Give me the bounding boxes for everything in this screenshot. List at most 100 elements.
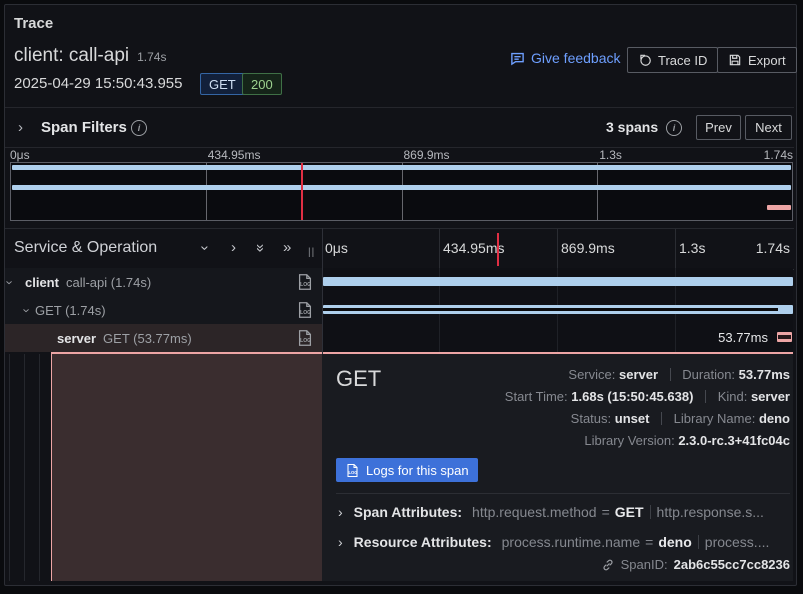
equals-sign: =	[645, 534, 653, 550]
span-row-client-label[interactable]: › client call-api (1.74s) LOG	[5, 268, 322, 297]
chevron-right-icon[interactable]: ›	[231, 238, 236, 258]
attribute-key: process.runtime.name	[502, 534, 641, 550]
tick-divider	[675, 229, 676, 268]
trace-duration: 1.74s	[137, 50, 166, 64]
field-value: unset	[615, 411, 650, 426]
span-bar-client[interactable]	[323, 277, 793, 286]
tick-label: 1.74s	[764, 148, 793, 162]
trace-id-button[interactable]: Trace ID	[627, 47, 718, 73]
timeline-cursor-line	[497, 233, 499, 266]
span-detail-title: GET	[336, 366, 381, 392]
span-filters-bar: › Span Filters i 3 spans i Prev Next	[5, 107, 794, 148]
next-span-button[interactable]: Next	[745, 115, 792, 140]
span-row-get-label[interactable]: › GET (1.74s) LOG	[5, 296, 322, 325]
tick-label: 869.9ms	[561, 240, 615, 256]
tick-divider	[439, 229, 440, 268]
attribute-key: http.request.method	[472, 504, 597, 520]
logs-for-span-button[interactable]: LOG Logs for this span	[336, 458, 478, 482]
detail-field-row: Start Time: 1.68s (15:50:45.638) Kind: s…	[505, 386, 790, 408]
double-chevron-right-icon[interactable]: »	[283, 238, 291, 258]
trace-name: client: call-api	[14, 45, 129, 66]
field-separator	[670, 368, 671, 381]
tick-label: 1.3s	[679, 240, 705, 256]
span-bar-inner-stripe	[778, 335, 791, 339]
attribute-key: process....	[705, 534, 770, 550]
attribute-key: http.response.s...	[657, 504, 764, 520]
field-label: Library Version:	[584, 433, 674, 448]
detail-field-row: Status: unset Library Name: deno	[505, 408, 790, 430]
tick-label: 0μs	[10, 148, 30, 162]
field-value: 2.3.0-rc.3+41fc04c	[678, 433, 790, 448]
span-count: 3 spans	[606, 119, 658, 135]
column-resize-handle[interactable]: ||	[308, 247, 315, 258]
span-row-server[interactable]: server GET (53.77ms) LOG 53.77ms	[5, 324, 794, 352]
prev-span-button[interactable]: Prev	[696, 115, 741, 140]
span-row-client[interactable]: › client call-api (1.74s) LOG	[5, 268, 794, 296]
collapse-chevron-icon[interactable]: ›	[8, 275, 12, 290]
double-chevron-down-icon[interactable]: »	[256, 238, 264, 258]
attribute-separator	[650, 505, 651, 519]
trace-id-label: Trace ID	[658, 53, 707, 68]
span-logs-icon[interactable]: LOG	[296, 301, 314, 319]
equals-sign: =	[602, 504, 610, 520]
span-filters-label[interactable]: Span Filters	[41, 119, 127, 136]
field-label: Duration:	[682, 367, 735, 382]
field-separator	[661, 412, 662, 425]
minimap-cursor-line	[301, 163, 303, 220]
span-logs-icon[interactable]: LOG	[296, 273, 314, 291]
panel-title: Trace	[14, 15, 53, 32]
minimap-span-server	[767, 205, 791, 210]
trace-panel: Trace client: call-api1.74s 2025-04-29 1…	[4, 4, 797, 586]
resource-attributes-row[interactable]: › Resource Attributes: process.runtime.n…	[338, 530, 790, 554]
link-icon[interactable]	[601, 558, 615, 572]
span-id-label: SpanID:	[621, 557, 668, 572]
field-label: Status:	[571, 411, 611, 426]
detail-field-row: Library Version: 2.3.0-rc.3+41fc04c	[505, 430, 790, 452]
trace-title: client: call-api 1.74s	[14, 45, 166, 67]
chevron-right-icon[interactable]: ›	[338, 534, 343, 550]
attribute-value: deno	[658, 534, 691, 550]
span-bar-server[interactable]	[777, 332, 792, 342]
attribute-separator	[698, 535, 699, 549]
field-label: Start Time:	[505, 389, 568, 404]
span-row-server-label[interactable]: server GET (53.77ms) LOG	[5, 324, 322, 352]
field-label: Kind:	[718, 389, 748, 404]
copy-icon	[638, 53, 652, 67]
span-detail-fields: Service: server Duration: 53.77ms Start …	[505, 364, 790, 452]
collapse-chevron-icon[interactable]: ›	[25, 303, 29, 318]
field-value: deno	[759, 411, 790, 426]
span-service-name: server	[57, 331, 96, 346]
field-value: 1.68s (15:50:45.638)	[571, 389, 693, 404]
give-feedback-link[interactable]: Give feedback	[510, 50, 621, 66]
save-icon	[728, 53, 742, 67]
field-label: Service:	[568, 367, 615, 382]
tick-label: 434.95ms	[208, 148, 261, 162]
span-bar-get[interactable]	[323, 305, 793, 314]
export-button[interactable]: Export	[717, 47, 797, 73]
minimap-ruler: 0μs 434.95ms 869.9ms 1.3s 1.74s	[10, 148, 793, 162]
field-value: server	[619, 367, 658, 382]
tick-label: 434.95ms	[443, 240, 504, 256]
minimap-gridline	[402, 163, 403, 220]
comment-icon	[510, 51, 525, 66]
chevron-right-icon[interactable]: ›	[18, 119, 23, 136]
trace-minimap[interactable]	[10, 162, 793, 221]
export-label: Export	[748, 53, 786, 68]
span-logs-icon[interactable]: LOG	[296, 329, 314, 347]
divider	[336, 493, 790, 494]
span-bar-inner-stripe	[323, 308, 778, 311]
tick-label: 1.3s	[599, 148, 622, 162]
timeline-ticks: 0μs 434.95ms 869.9ms 1.3s 1.74s	[322, 229, 793, 268]
chevron-down-icon[interactable]: ›	[202, 238, 207, 258]
field-value: server	[751, 389, 790, 404]
minimap-span-client	[12, 165, 791, 170]
give-feedback-label: Give feedback	[531, 50, 621, 66]
span-row-get[interactable]: › GET (1.74s) LOG	[5, 296, 794, 324]
chevron-right-icon[interactable]: ›	[338, 504, 343, 520]
span-id-value: 2ab6c55cc7cc8236	[674, 557, 790, 572]
span-operation-name: GET (53.77ms)	[103, 331, 192, 346]
span-attributes-row[interactable]: › Span Attributes: http.request.method =…	[338, 500, 790, 524]
svg-text:LOG: LOG	[300, 310, 311, 316]
detail-field-row: Service: server Duration: 53.77ms	[505, 364, 790, 386]
field-value: 53.77ms	[739, 367, 790, 382]
